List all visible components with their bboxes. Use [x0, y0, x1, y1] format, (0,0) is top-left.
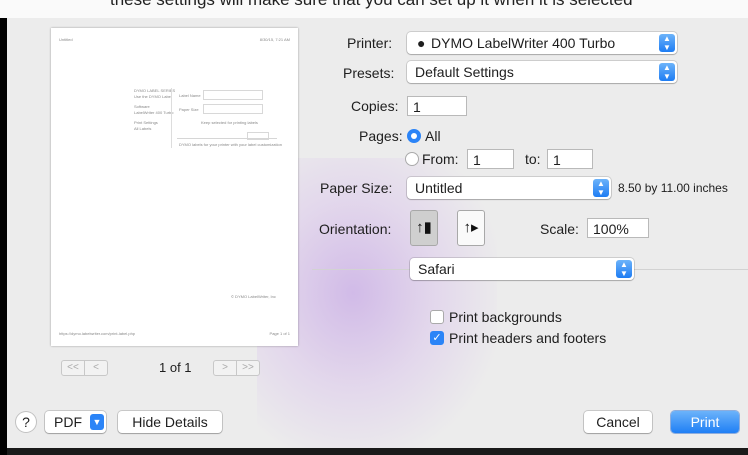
orientation-portrait-button[interactable]: ↑▮: [410, 210, 438, 246]
orientation-landscape-button[interactable]: ↑▸: [457, 210, 485, 246]
preview-checkbox-note: Keep selected for printing labels: [201, 120, 258, 125]
preview-field-label-2: Paper Size: [179, 107, 199, 112]
popup-arrows-icon: ▲ ▼: [659, 63, 675, 81]
preview-left-text-6: All Labels: [134, 126, 152, 131]
scale-value: 100%: [593, 221, 629, 237]
page-preview: Untitled 8/30/15, 7:21 AM DYMO LABEL SER…: [51, 28, 298, 346]
print-backgrounds-checkbox[interactable]: [430, 310, 444, 324]
preview-left-text-5: Print Settings: [134, 120, 158, 125]
preview-left-text-3: Software: [134, 104, 150, 109]
print-headers-footers-label: Print headers and footers: [449, 330, 607, 346]
next-page-button[interactable]: >: [214, 361, 236, 375]
last-page-button[interactable]: >>: [236, 361, 259, 375]
pages-from-field[interactable]: 1: [467, 149, 514, 169]
hide-details-button[interactable]: Hide Details: [118, 411, 222, 433]
pages-to-value: 1: [553, 152, 561, 168]
dialog-bottom-edge: [7, 448, 748, 455]
print-dialog: Untitled 8/30/15, 7:21 AM DYMO LABEL SER…: [7, 18, 748, 455]
orientation-label: Orientation:: [319, 221, 392, 237]
paper-size-value: Untitled: [415, 180, 463, 196]
copies-value: 1: [413, 99, 421, 115]
pages-all-radio[interactable]: [407, 129, 421, 143]
printer-label: Printer:: [347, 35, 393, 51]
paper-dimensions: 8.50 by 11.00 inches: [618, 181, 728, 195]
preview-left-text-4: LabelWriter 400 Turbo: [134, 110, 174, 115]
cancel-button[interactable]: Cancel: [584, 411, 652, 433]
pdf-menu-button[interactable]: PDF ▼: [45, 411, 106, 433]
preview-footer-right: Page 1 of 1: [269, 331, 290, 336]
preview-divider: [171, 88, 172, 148]
scale-field[interactable]: 100%: [587, 218, 649, 238]
pages-to-label: to:: [525, 151, 541, 167]
popup-arrows-icon: ▲ ▼: [616, 260, 632, 278]
portrait-orientation-icon: ↑▮: [416, 219, 432, 236]
app-options-value: Safari: [418, 261, 455, 277]
chevron-down-icon: ▼: [90, 414, 104, 430]
preview-field-label-1: Label Name: [179, 93, 201, 98]
print-headers-footers-checkbox[interactable]: ✓: [430, 331, 444, 345]
preview-footer-left: https://dymo.labelwriter.com/print-label…: [59, 331, 136, 336]
pages-from-label: From:: [422, 151, 459, 167]
preview-header-right: 8/30/15, 7:21 AM: [259, 37, 290, 42]
page-nav-back-group: << <: [61, 360, 108, 376]
scale-label: Scale:: [540, 221, 579, 237]
presets-label: Presets:: [343, 65, 395, 81]
preview-field-2: [203, 104, 263, 114]
print-button[interactable]: Print: [671, 411, 739, 433]
copies-label: Copies:: [351, 98, 399, 114]
popup-arrows-icon: ▲ ▼: [593, 179, 609, 197]
preview-rule: [177, 138, 277, 139]
preview-body-note: DYMO labels for your printer with your l…: [179, 142, 282, 147]
preview-header-left: Untitled: [59, 37, 73, 42]
preview-left-text-1: DYMO LABEL SERIES: [134, 88, 176, 93]
printer-value: DYMO LabelWriter 400 Turbo: [431, 35, 616, 51]
pages-from-value: 1: [473, 152, 481, 168]
pdf-label: PDF: [54, 414, 82, 430]
background-window-strip: these settings will make sure that you c…: [0, 0, 748, 18]
popup-arrows-icon: ▲ ▼: [659, 34, 675, 52]
help-button[interactable]: ?: [16, 412, 36, 432]
printer-popup[interactable]: ● DYMO LabelWriter 400 Turbo ▲ ▼: [407, 32, 677, 54]
print-backgrounds-label: Print backgrounds: [449, 309, 562, 325]
preview-field-1: [203, 90, 263, 100]
paper-size-popup[interactable]: Untitled ▲ ▼: [407, 177, 611, 199]
pages-label: Pages:: [359, 128, 403, 144]
presets-popup[interactable]: Default Settings ▲ ▼: [407, 61, 677, 83]
presets-value: Default Settings: [415, 64, 514, 80]
page-nav-forward-group: > >>: [213, 360, 260, 376]
previous-page-button[interactable]: <: [84, 361, 107, 375]
preview-copyright: © DYMO LabelWriter, Inc: [231, 294, 276, 299]
first-page-button[interactable]: <<: [62, 361, 84, 375]
pages-all-label: All: [425, 128, 441, 144]
preview-left-text-2: Use the DYMO Label: [134, 94, 172, 99]
page-count: 1 of 1: [159, 360, 192, 375]
landscape-orientation-icon: ↑▸: [463, 219, 479, 236]
paper-size-label: Paper Size:: [320, 180, 393, 196]
app-options-popup[interactable]: Safari ▲ ▼: [410, 258, 634, 280]
pages-to-field[interactable]: 1: [547, 149, 593, 169]
background-text: these settings will make sure that you c…: [110, 0, 633, 10]
printer-status-icon: ●: [417, 35, 426, 51]
pages-range-radio[interactable]: [405, 152, 419, 166]
copies-field[interactable]: 1: [407, 96, 467, 116]
